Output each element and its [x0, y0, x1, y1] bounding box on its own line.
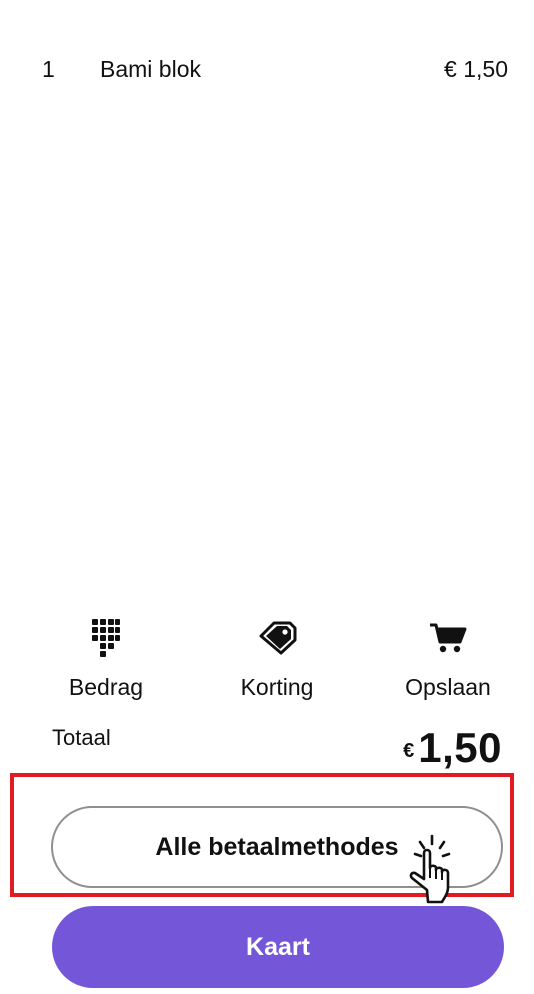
keypad-icon: [36, 616, 176, 660]
item-price: € 1,50: [444, 56, 508, 82]
total-currency: €: [403, 740, 415, 762]
action-bar: Bedrag Korting Opslaan: [0, 612, 534, 707]
pointer-hand-icon: [409, 834, 451, 904]
total-label: Totaal: [52, 725, 111, 750]
discount-button[interactable]: Korting: [207, 612, 347, 707]
card-payment-button[interactable]: Kaart: [52, 906, 504, 988]
total-value: 1,50: [418, 724, 502, 771]
save-label: Opslaan: [405, 674, 491, 700]
amount-button[interactable]: Bedrag: [36, 612, 176, 707]
discount-label: Korting: [240, 674, 314, 700]
tag-icon: [207, 616, 347, 660]
checkout-screen: 1 Bami blok € 1,50 Bedrag Korting Opslaa…: [0, 0, 534, 994]
card-payment-label: Kaart: [246, 932, 310, 961]
item-name: Bami blok: [100, 56, 201, 82]
total-amount: € 1,50: [403, 723, 502, 773]
all-payment-methods-label: Alle betaalmethodes: [155, 832, 399, 861]
cart-icon: [378, 616, 518, 660]
amount-label: Bedrag: [68, 674, 144, 700]
order-line-item[interactable]: 1 Bami blok € 1,50: [42, 54, 508, 84]
save-button[interactable]: Opslaan: [378, 612, 518, 707]
item-quantity: 1: [42, 56, 55, 82]
